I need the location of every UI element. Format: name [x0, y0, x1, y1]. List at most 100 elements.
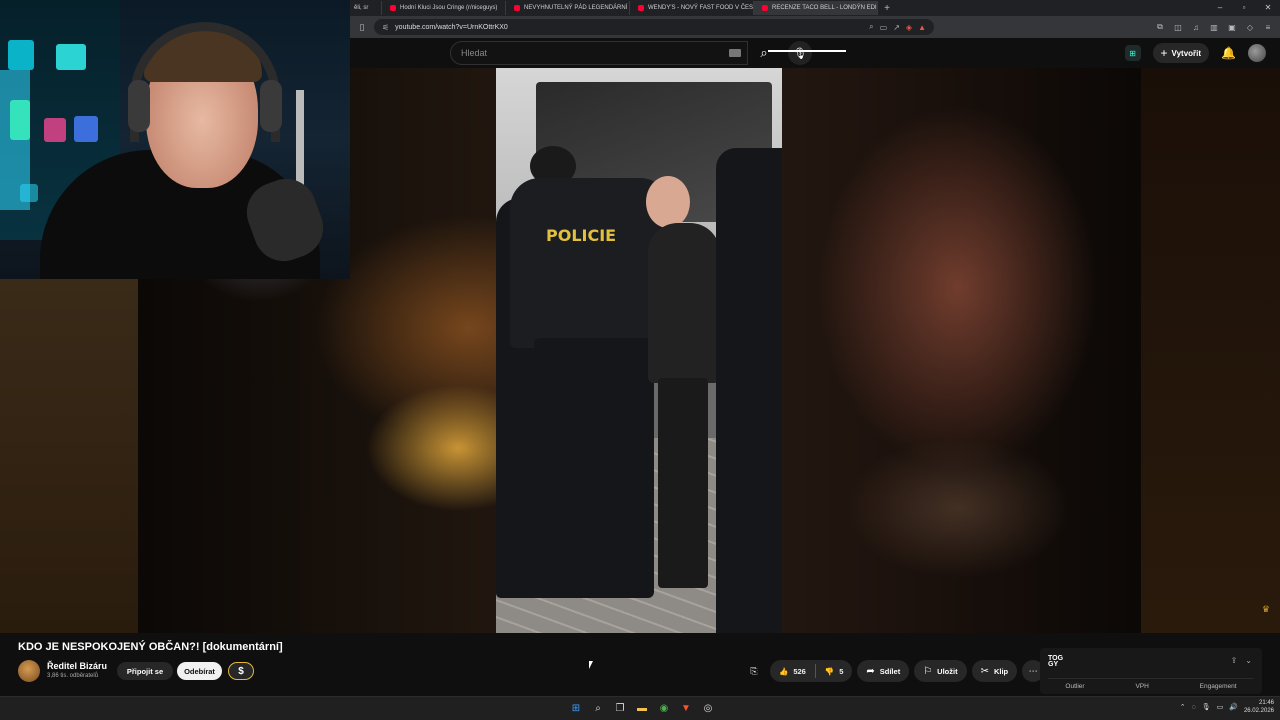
like-count: 526 — [793, 666, 806, 676]
like-ratio-bar — [768, 50, 846, 52]
panel-divider — [1048, 678, 1254, 679]
address-bar[interactable]: ⚟ youtube.com/watch?v=UrnKOttrKX0 ⌕ ▭ ↗ … — [374, 19, 934, 35]
mouse-cursor-icon — [589, 661, 593, 669]
maximize-icon[interactable]: ▫ — [1232, 0, 1256, 16]
music-icon[interactable]: ♫ — [1190, 21, 1202, 33]
brave-rewards-icon[interactable]: ▲ — [918, 23, 926, 32]
vpn-icon[interactable]: ◇ — [1244, 21, 1256, 33]
civilian-body — [648, 223, 720, 383]
chrome-icon[interactable]: ◉ — [656, 700, 672, 716]
search-input[interactable]: Hledat — [450, 41, 748, 65]
like-dislike-group: 👍 526 👎 5 — [770, 660, 853, 682]
wallet-icon[interactable]: ▣ — [1226, 21, 1238, 33]
youtube-favicon-icon — [762, 5, 768, 11]
tray-app-icon[interactable]: ◌ — [1192, 704, 1196, 711]
channel-name[interactable]: Ředitel Bizáru — [47, 661, 107, 671]
tab-vph[interactable]: VPH — [1135, 683, 1148, 690]
task-view-icon[interactable]: ❐ — [612, 700, 628, 716]
tray-chevron-icon[interactable]: ⌃ — [1180, 703, 1186, 711]
sidebar-icon[interactable]: ▥ — [1208, 21, 1220, 33]
search-icon[interactable]: ⌕ — [748, 41, 780, 65]
tab-label: NEVYHNUTELNÝ PÁD LEGENDÁRNÍ — [524, 5, 628, 11]
save-to-playlist-icon[interactable]: ⎘ — [743, 660, 765, 682]
windows-start-icon[interactable]: ⊞ — [568, 700, 584, 716]
create-button[interactable]: + Vytvořit — [1152, 43, 1210, 63]
notifications-bell-icon[interactable]: 🔔 — [1221, 46, 1236, 60]
plus-icon: + — [1160, 46, 1168, 60]
new-tab-button[interactable]: + — [878, 3, 896, 14]
browser-tab[interactable]: ěli, sr — [350, 1, 382, 15]
scissors-icon: ✂ — [980, 665, 989, 677]
tab-label: Hodní Kluci Jsou Cringe (r/niceguys) — [400, 5, 498, 11]
headphone-cup-right — [260, 80, 282, 132]
file-explorer-icon[interactable]: ▬ — [634, 700, 650, 716]
export-icon[interactable]: ⇪ — [1231, 656, 1238, 665]
menu-icon[interactable]: ≡ — [1262, 21, 1274, 33]
app-icon[interactable]: ◎ — [700, 700, 716, 716]
clock[interactable]: 21:46 26.02.2026 — [1244, 699, 1274, 715]
brave-shield-icon[interactable]: ◈ — [906, 23, 912, 32]
close-icon[interactable]: ✕ — [1256, 0, 1280, 16]
clock-time: 21:46 — [1258, 700, 1274, 706]
site-info-icon[interactable]: ⚟ — [382, 23, 389, 32]
account-avatar[interactable] — [1248, 44, 1266, 62]
save-button[interactable]: ⚐ Uložit — [914, 660, 967, 682]
channel-avatar[interactable] — [18, 660, 40, 682]
brave-icon[interactable]: ▼ — [678, 700, 694, 716]
tab-label: WENDY'S - NOVÝ FAST FOOD V ČES — [648, 5, 754, 11]
create-label: Vytvořit — [1171, 48, 1202, 58]
search-icon[interactable]: ⌕ — [590, 700, 606, 716]
system-tray: ⌃ ◌ 🎙 ▭ 🔊 21:46 26.02.2026 — [1180, 699, 1274, 715]
share-button[interactable]: ➦ Sdílet — [857, 660, 910, 682]
youtube-favicon-icon — [638, 5, 644, 11]
taskbar-apps: ⊞ ⌕ ❐ ▬ ◉ ▼ ◎ — [568, 700, 716, 716]
video-actions: ⎘ 👍 526 👎 5 ➦ Sdílet ⚐ Uložit ✂ Klip ⋯ — [743, 660, 1045, 682]
bookmark-icon: ⚐ — [923, 665, 933, 677]
extensions-area: ⧉ ◫ ♫ ▥ ▣ ◇ ≡ — [1154, 21, 1280, 33]
police-vest-text: POLICIE — [546, 226, 617, 245]
subscriber-count: 3,86 tis. odběratelů — [47, 673, 99, 679]
browser-toolbar: ▯ ⚟ youtube.com/watch?v=UrnKOttrKX0 ⌕ ▭ … — [350, 16, 1280, 38]
dislike-count: 5 — [839, 666, 844, 676]
browser-tab[interactable]: NEVYHNUTELNÝ PÁD LEGENDÁRNÍ — [506, 1, 630, 15]
clip-button[interactable]: ✂ Klip — [971, 660, 1018, 682]
youtube-favicon-icon — [390, 5, 396, 11]
officer-right — [716, 148, 782, 633]
browser-tab[interactable]: Hodní Kluci Jsou Cringe (r/niceguys) — [382, 1, 506, 15]
save-label: Uložit — [937, 666, 958, 676]
extension-icon[interactable]: ⧉ — [1154, 21, 1166, 33]
join-button[interactable]: Připojit se — [117, 662, 173, 680]
chevron-down-icon[interactable]: ⌄ — [1245, 656, 1252, 665]
share-icon[interactable]: ↗ — [893, 23, 900, 32]
display-icon[interactable]: ▭ — [1217, 703, 1224, 711]
headphones-icon — [130, 22, 280, 142]
dislike-button[interactable]: 👎 5 — [816, 660, 853, 682]
tab-icon[interactable]: ◫ — [1172, 21, 1184, 33]
keyboard-icon[interactable] — [729, 49, 741, 57]
mic-tray-icon[interactable]: 🎙 — [1202, 703, 1211, 711]
zoom-icon[interactable]: ⌕ — [869, 22, 873, 32]
tab-outlier[interactable]: Outlier — [1065, 683, 1084, 690]
bookmark-icon[interactable]: ▯ — [354, 19, 370, 35]
search-placeholder: Hledat — [461, 48, 488, 58]
panel-logo: TOG GY — [1048, 655, 1064, 668]
voice-search-icon[interactable]: 🎙 — [788, 41, 812, 65]
officer-legs — [534, 338, 654, 598]
browser-tab[interactable]: WENDY'S - NOVÝ FAST FOOD V ČES — [630, 1, 754, 15]
browser-tab-active[interactable]: RECENZE TACO BELL - LONDÝN EDI — [754, 1, 878, 15]
cast-icon[interactable]: ▭ — [880, 23, 888, 32]
video-info: KDO JE NESPOKOJENÝ OBČAN?! [dokumentární… — [0, 633, 1280, 696]
tab-engagement[interactable]: Engagement — [1200, 683, 1237, 690]
webcam-overlay — [0, 0, 350, 279]
minimize-icon[interactable]: – — [1208, 0, 1232, 16]
volume-icon[interactable]: 🔊 — [1229, 703, 1238, 711]
tab-label: RECENZE TACO BELL - LONDÝN EDI — [772, 5, 877, 11]
like-button[interactable]: 👍 526 — [770, 660, 815, 682]
clip-label: Klip — [993, 666, 1009, 676]
extension-logo-icon[interactable]: ⊞ — [1124, 45, 1141, 61]
windows-taskbar: ⊞ ⌕ ❐ ▬ ◉ ▼ ◎ ⌃ ◌ 🎙 ▭ 🔊 21:46 26.02.2026 — [0, 696, 1280, 720]
youtube-header: Hledat ⌕ 🎙 ⊞ + Vytvořit 🔔 — [350, 38, 1280, 68]
subscribe-button[interactable]: Odebírat — [177, 662, 222, 680]
header-actions: ⊞ + Vytvořit 🔔 — [1124, 41, 1266, 65]
thanks-button[interactable]: $ — [228, 662, 254, 680]
